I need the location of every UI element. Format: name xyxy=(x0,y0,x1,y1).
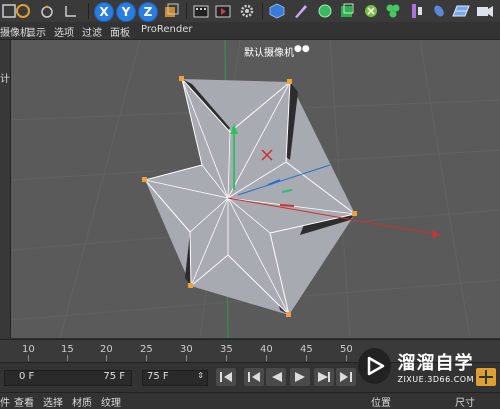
cube-primitive-icon[interactable] xyxy=(268,2,286,20)
next-frame-button[interactable] xyxy=(314,368,334,386)
menu-options[interactable]: 选项 xyxy=(54,24,74,39)
go-to-start-button[interactable] xyxy=(216,368,236,386)
tick-mark xyxy=(146,355,147,361)
timeline-tick: 30 xyxy=(180,344,193,355)
timeline-tick: 50 xyxy=(340,344,353,355)
star-mesh[interactable] xyxy=(144,77,357,317)
timeline-tick: 10 xyxy=(22,344,35,355)
current-frame-value: 75 F xyxy=(147,371,169,382)
render-settings-icon[interactable] xyxy=(238,2,256,20)
watermark-subtitle: ZIXUE.3D66.COM xyxy=(397,374,474,384)
tick-mark xyxy=(186,355,187,361)
bottom-menubar: 件 查看 选择 材质 纹理 位置 尺寸 xyxy=(0,392,500,409)
mograph-icon[interactable] xyxy=(384,2,402,20)
camera-dots-icon: ●● xyxy=(294,44,310,54)
timeline-tick: 35 xyxy=(220,344,233,355)
current-frame-field[interactable]: 75 F ⇕ xyxy=(142,370,208,386)
watermark-title: 溜溜自学 xyxy=(397,352,474,374)
play-button[interactable] xyxy=(290,368,310,386)
menu-panel[interactable]: 面板 xyxy=(110,24,130,39)
menu-display[interactable]: 显示 xyxy=(26,24,46,39)
coordinate-system-icon[interactable] xyxy=(162,2,180,20)
watermark-logo-icon xyxy=(358,348,392,384)
tick-mark xyxy=(346,355,347,361)
frame-range-slider[interactable]: 0 F 75 F xyxy=(4,370,132,386)
axis-x-button[interactable]: X xyxy=(94,2,114,22)
viewport-canvas[interactable] xyxy=(11,40,500,338)
toolbar-separator xyxy=(88,3,89,19)
toolbar-separator xyxy=(186,3,187,19)
pen-spline-icon[interactable] xyxy=(292,2,310,20)
timeline-tick: 15 xyxy=(61,344,74,355)
timeline-tick: 40 xyxy=(260,344,273,355)
viewport-menubar: 摄像机 显示 选项 过滤 面板 ProRender xyxy=(0,22,500,40)
timeline-tick: 45 xyxy=(300,344,313,355)
previous-key-button[interactable] xyxy=(244,368,264,386)
previous-frame-button[interactable] xyxy=(266,368,286,386)
left-panel-label: 计 xyxy=(0,74,10,85)
render-to-picture-viewer-icon[interactable] xyxy=(214,2,232,20)
move-gizmo-button[interactable] xyxy=(476,368,496,386)
rotate-tool-icon[interactable] xyxy=(14,2,32,20)
tick-mark xyxy=(67,355,68,361)
3d-viewport[interactable]: 默认摄像机 ●● xyxy=(11,40,500,338)
main-toolbar: X Y Z xyxy=(0,0,500,23)
toolbar-separator xyxy=(262,3,263,19)
floor-icon[interactable] xyxy=(452,2,470,20)
axis-z-button[interactable]: Z xyxy=(138,2,158,22)
end-frame: 75 F xyxy=(103,371,125,382)
tick-mark xyxy=(28,355,29,361)
axis-y-button[interactable]: Y xyxy=(116,2,136,22)
start-frame: 0 F xyxy=(19,371,35,382)
axis-lock-icon[interactable] xyxy=(62,2,80,20)
watermark: 溜溜自学 ZIXUE.3D66.COM xyxy=(352,340,474,392)
menu-filter[interactable]: 过滤 xyxy=(82,24,102,39)
cloner-icon[interactable] xyxy=(362,2,380,20)
timeline-tick: 25 xyxy=(140,344,153,355)
tick-mark xyxy=(266,355,267,361)
recent-tool-icon[interactable] xyxy=(38,2,56,20)
subdivision-surface-icon[interactable] xyxy=(316,2,334,20)
tick-mark xyxy=(226,355,227,361)
stepper-icon[interactable]: ⇕ xyxy=(197,371,204,380)
environment-icon[interactable] xyxy=(430,2,448,20)
menu-prorender[interactable]: ProRender xyxy=(141,24,192,35)
timeline-tick: 20 xyxy=(100,344,113,355)
camera-icon[interactable] xyxy=(476,2,494,20)
extrude-icon[interactable] xyxy=(338,2,356,20)
tick-mark xyxy=(106,355,107,361)
left-panel: 计 xyxy=(0,40,11,338)
viewport-camera-label: 默认摄像机 xyxy=(244,48,294,59)
render-view-icon[interactable] xyxy=(192,2,210,20)
deformer-icon[interactable] xyxy=(408,2,426,20)
tick-mark xyxy=(306,355,307,361)
